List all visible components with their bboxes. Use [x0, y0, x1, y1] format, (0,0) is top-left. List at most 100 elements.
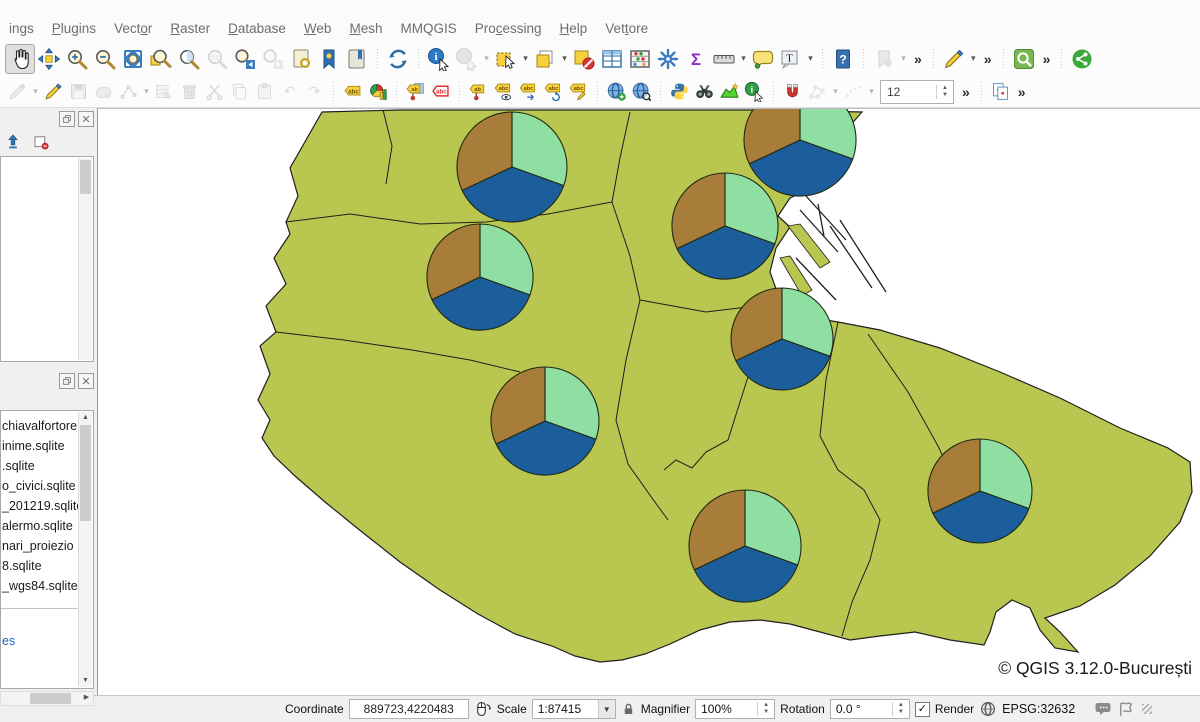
- text-annotation-button[interactable]: [777, 45, 805, 73]
- crs-status[interactable]: EPSG:32632: [1002, 702, 1075, 716]
- magnifier-spinbox[interactable]: 100% ▲▼: [695, 699, 775, 719]
- rotation-spin-arrows[interactable]: ▲▼: [892, 702, 909, 716]
- scale-dropdown-button[interactable]: ▼: [598, 700, 615, 718]
- metasearch-button[interactable]: [604, 79, 629, 104]
- statistics-button[interactable]: [626, 45, 654, 73]
- menu-vector[interactable]: Vector: [105, 18, 161, 39]
- pin-labels-button[interactable]: [403, 79, 428, 104]
- menu-vettore[interactable]: Vettore: [596, 18, 657, 39]
- layer-diagram-button[interactable]: [365, 79, 390, 104]
- deselect-all-button[interactable]: [570, 45, 598, 73]
- toolbar-overflow-button[interactable]: »: [1038, 51, 1056, 67]
- search-layers-button[interactable]: [629, 79, 654, 104]
- menu-web[interactable]: Web: [295, 18, 341, 39]
- identify-features-button[interactable]: [425, 45, 453, 73]
- scrollbar-thumb[interactable]: [80, 160, 91, 194]
- select-features-dropdown[interactable]: ▾: [520, 53, 531, 64]
- osm-place-search-button[interactable]: [1010, 45, 1038, 73]
- file-list-hscrollbar[interactable]: ▶: [0, 691, 94, 706]
- zoom-to-selection-button[interactable]: [175, 45, 203, 73]
- map-tips-button[interactable]: [749, 45, 777, 73]
- panel-float-button[interactable]: [59, 111, 75, 127]
- menu-ings[interactable]: ings: [0, 18, 43, 39]
- select-by-value-button[interactable]: [531, 45, 559, 73]
- text-annotation-dropdown[interactable]: ▾: [805, 53, 816, 64]
- scrollbar-thumb[interactable]: [80, 425, 91, 521]
- processing-toolbox-button[interactable]: [654, 45, 682, 73]
- menu-mmqgis[interactable]: MMQGIS: [391, 18, 465, 39]
- coordinate-input[interactable]: 889723,4220483: [349, 699, 469, 719]
- menu-help[interactable]: Help: [551, 18, 597, 39]
- bookmark-manager-button[interactable]: [343, 45, 371, 73]
- pan-to-selection-button[interactable]: [35, 45, 63, 73]
- toolbar-overflow-button[interactable]: »: [1013, 84, 1031, 100]
- menu-database[interactable]: Database: [219, 18, 295, 39]
- top-panel-scrollbar[interactable]: [78, 158, 92, 360]
- select-by-value-dropdown[interactable]: ▾: [559, 53, 570, 64]
- change-label-button[interactable]: [566, 79, 591, 104]
- identify-green-button[interactable]: [742, 79, 767, 104]
- pin-unpin-labels-button[interactable]: [466, 79, 491, 104]
- move-label-button[interactable]: [516, 79, 541, 104]
- statistical-summary-button[interactable]: [682, 45, 710, 73]
- show-hide-labels-button[interactable]: [491, 79, 516, 104]
- run-feature-action-dropdown[interactable]: ▾: [481, 53, 492, 64]
- osm-search-button[interactable]: [692, 79, 717, 104]
- magnifier-spin-arrows[interactable]: ▲▼: [757, 702, 774, 716]
- layer-labeling-button[interactable]: [340, 79, 365, 104]
- menu-plugins[interactable]: Plugins: [43, 18, 105, 39]
- messages-icon[interactable]: [1094, 700, 1112, 718]
- panel-close-button[interactable]: [78, 373, 94, 389]
- tracing-dropdown[interactable]: ▾: [866, 86, 877, 97]
- toolbar-overflow-button[interactable]: »: [957, 84, 975, 100]
- zoom-out-button[interactable]: [91, 45, 119, 73]
- zoom-to-layer-button[interactable]: [147, 45, 175, 73]
- toggle-extents-mouse-icon[interactable]: [474, 700, 492, 718]
- log-icon[interactable]: [1117, 700, 1135, 718]
- copy-style-button[interactable]: [988, 79, 1013, 104]
- share-button[interactable]: [1068, 45, 1096, 73]
- open-attribute-table-button[interactable]: [598, 45, 626, 73]
- scale-combobox[interactable]: 1:87415 ▼: [532, 699, 616, 719]
- zoom-in-button[interactable]: [63, 45, 91, 73]
- show-bookmarks-button[interactable]: [315, 45, 343, 73]
- file-list-scrollbar[interactable]: ▲ ▼: [78, 412, 92, 687]
- toolbar-overflow-button[interactable]: »: [909, 51, 927, 67]
- file-list-panel[interactable]: chiavalfortore.inime.sqlite.sqliteo_civi…: [0, 410, 94, 689]
- collapse-all-button[interactable]: [4, 133, 22, 154]
- resize-grip[interactable]: [1142, 704, 1152, 714]
- toolbar-overflow-button[interactable]: »: [979, 51, 997, 67]
- rotate-label-button[interactable]: [541, 79, 566, 104]
- scroll-right-arrow[interactable]: ▶: [80, 692, 93, 703]
- zoom-last-button[interactable]: [231, 45, 259, 73]
- highlight-pinned-labels-button[interactable]: [428, 79, 453, 104]
- annotation-pen-button[interactable]: [940, 45, 968, 73]
- measure-dropdown[interactable]: ▾: [738, 53, 749, 64]
- map-canvas[interactable]: © QGIS 3.12.0-București: [97, 108, 1200, 695]
- toggle-editing-button[interactable]: [41, 79, 66, 104]
- pan-map-button[interactable]: [5, 44, 35, 74]
- topology-editing-dropdown[interactable]: ▾: [830, 86, 841, 97]
- render-checkbox[interactable]: ✓: [915, 702, 930, 717]
- menu-raster[interactable]: Raster: [161, 18, 219, 39]
- scroll-up-arrow[interactable]: ▲: [79, 412, 92, 424]
- python-console-button[interactable]: [667, 79, 692, 104]
- select-features-button[interactable]: [492, 45, 520, 73]
- crs-globe-icon[interactable]: [979, 700, 997, 718]
- top-panel-list[interactable]: [0, 156, 94, 362]
- current-edits-dropdown[interactable]: ▾: [30, 86, 41, 97]
- menu-processing[interactable]: Processing: [466, 18, 551, 39]
- refresh-map-button[interactable]: [384, 45, 412, 73]
- snapping-button[interactable]: [780, 79, 805, 104]
- annotation-pen-dropdown[interactable]: ▾: [968, 53, 979, 64]
- measure-button[interactable]: [710, 45, 738, 73]
- rotation-spinbox[interactable]: 0.0 ° ▲▼: [830, 699, 910, 719]
- zoom-full-extent-button[interactable]: [119, 45, 147, 73]
- spatial-bookmark-dropdown[interactable]: ▾: [898, 53, 909, 64]
- lock-scale-icon[interactable]: [621, 700, 636, 718]
- vertex-tool-dropdown[interactable]: ▾: [141, 86, 152, 97]
- hscrollbar-thumb[interactable]: [30, 693, 70, 704]
- panel-float-button[interactable]: [59, 373, 75, 389]
- tracing-offset-spinbox[interactable]: 12 ▲▼: [880, 80, 954, 104]
- new-bookmark-button[interactable]: [287, 45, 315, 73]
